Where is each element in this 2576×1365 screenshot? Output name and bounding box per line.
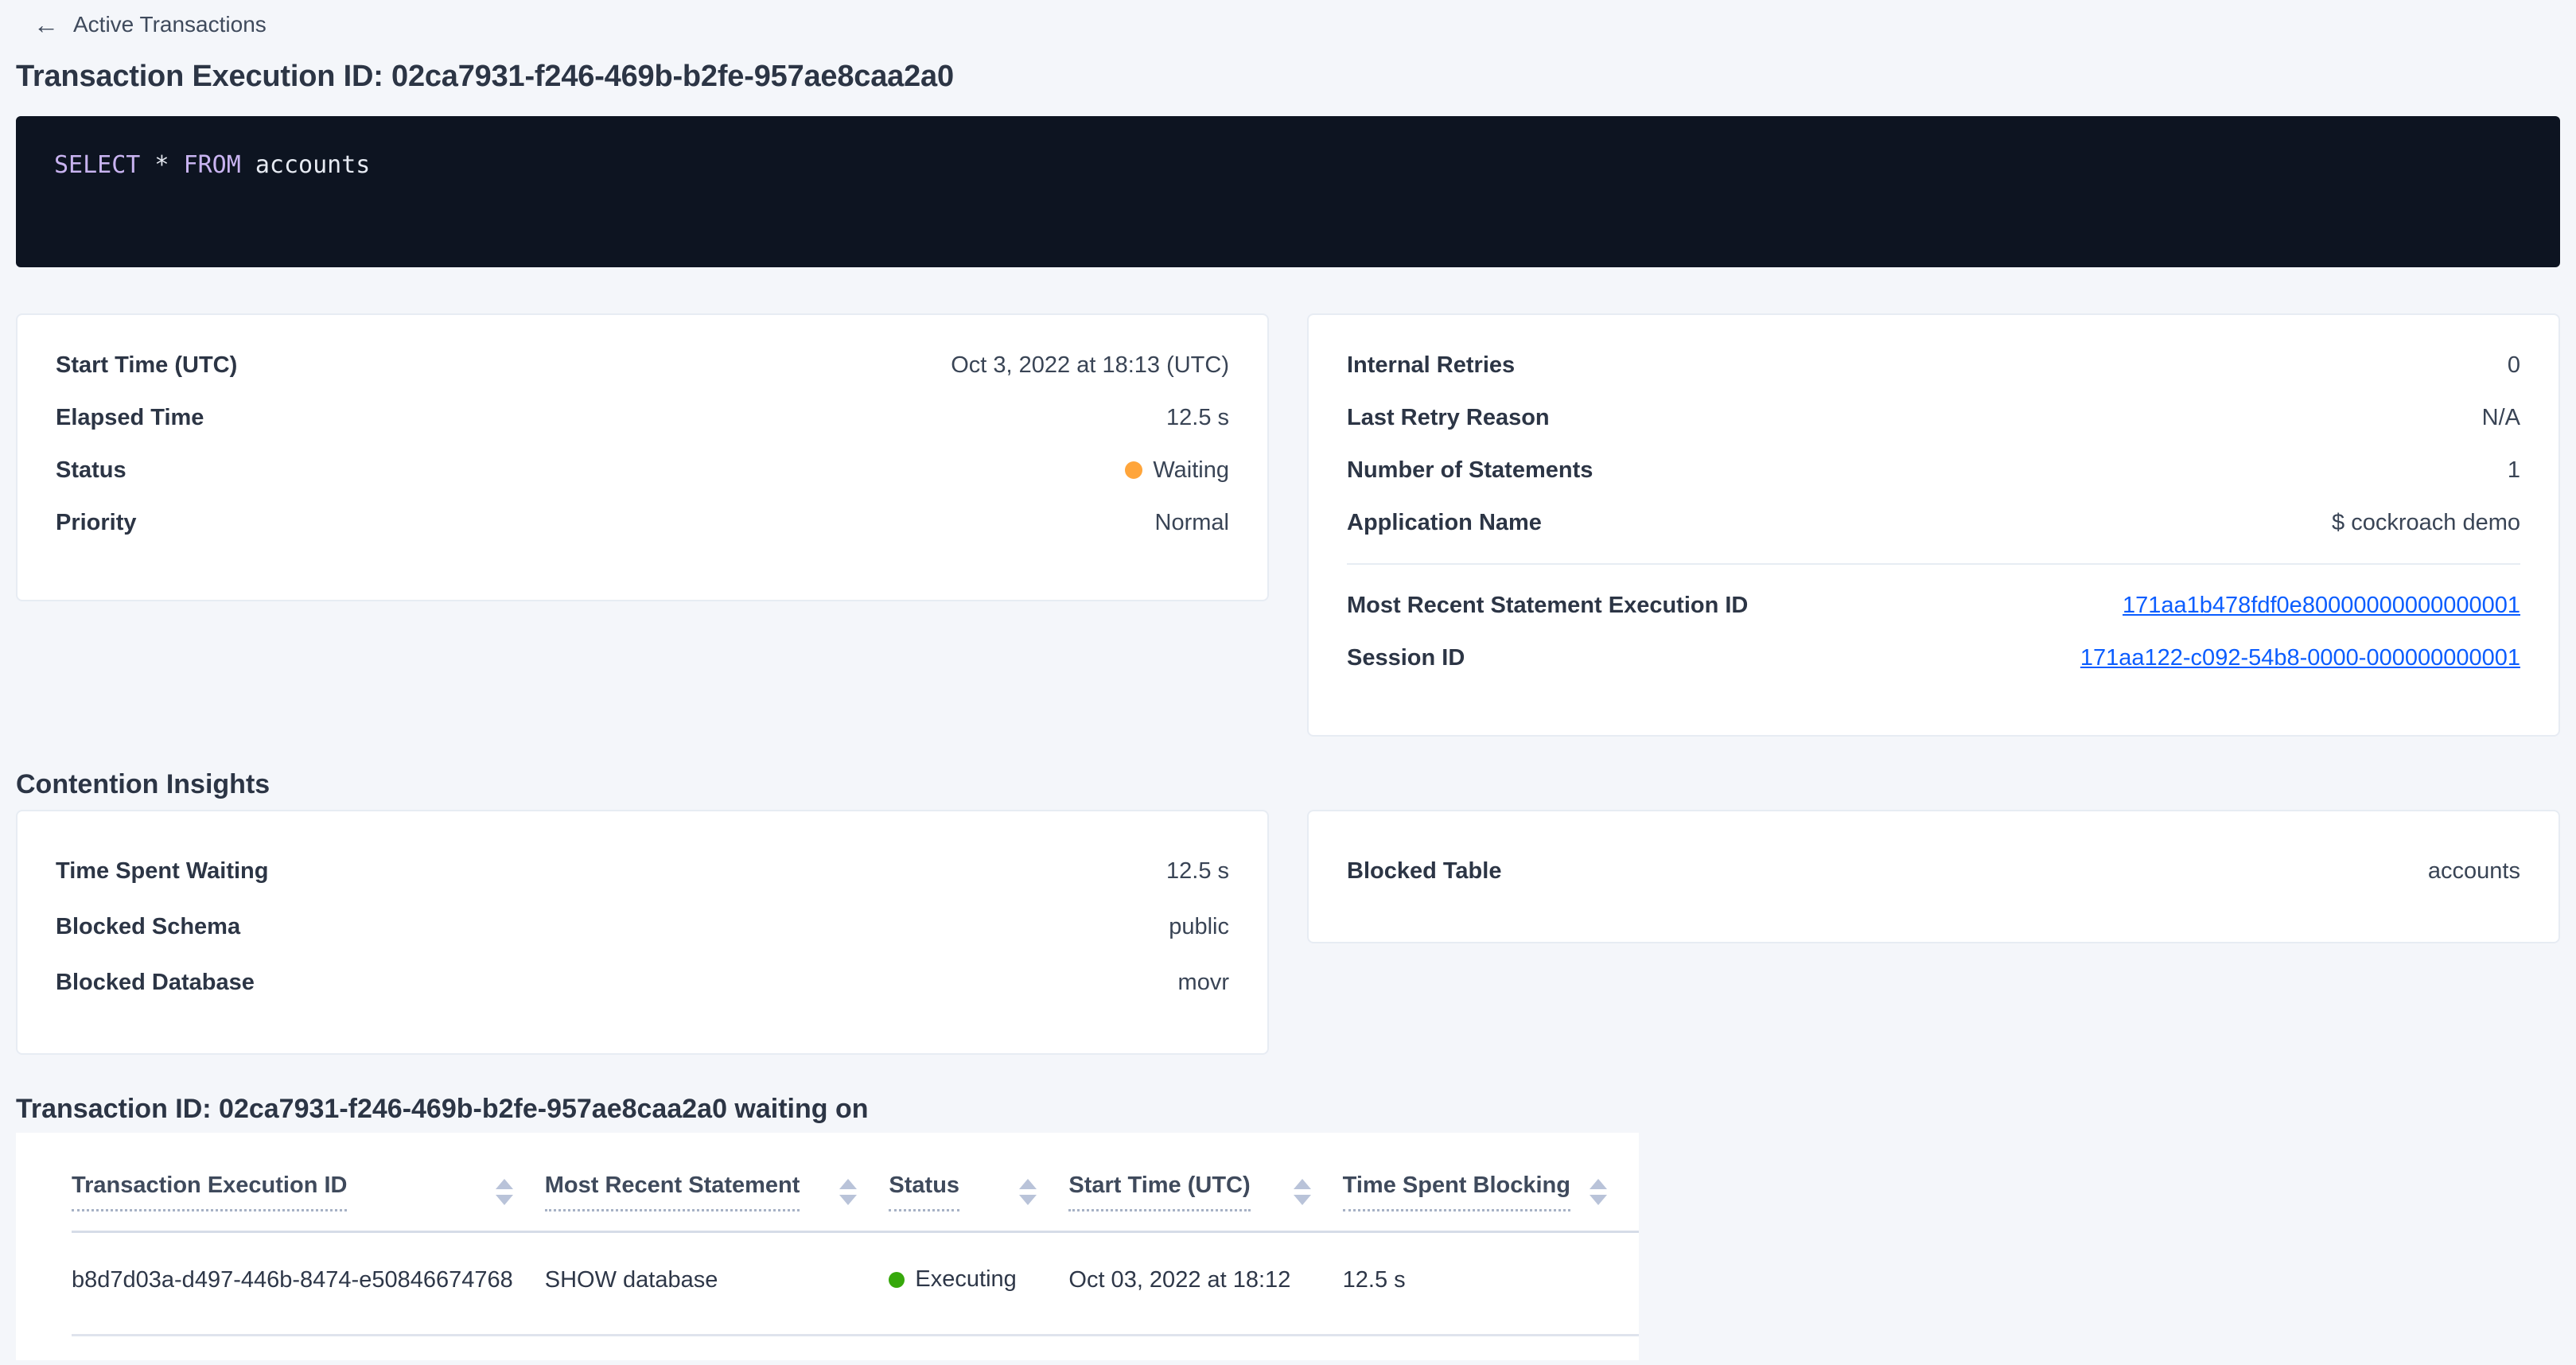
status-waiting-text: Waiting	[1153, 457, 1229, 484]
statement-execution-id-label: Most Recent Statement Execution ID	[1347, 593, 1748, 619]
back-arrow-icon: ←	[33, 12, 59, 37]
cell-time-spent-blocking: 12.5 s	[1343, 1232, 1639, 1336]
sort-icon	[1019, 1179, 1037, 1205]
contention-card-left: Time Spent Waiting 12.5 s Blocked Schema…	[16, 810, 1269, 1055]
cell-status: Executing	[889, 1232, 1068, 1336]
page: ← Active Transactions Transaction Execut…	[0, 0, 2576, 1360]
sql-statement-box: SELECT * FROM accounts	[16, 116, 2560, 267]
header-most-recent-statement[interactable]: Most Recent Statement	[545, 1133, 889, 1232]
blocked-database-label: Blocked Database	[56, 970, 255, 996]
start-time-value: Oct 3, 2022 at 18:13 (UTC)	[951, 352, 1229, 379]
contention-cards-row: Time Spent Waiting 12.5 s Blocked Schema…	[16, 810, 2560, 1055]
sql-keyword-from: FROM	[184, 151, 241, 179]
sort-icon	[1294, 1179, 1311, 1205]
waiting-transactions-table: Transaction Execution ID Most Recent Sta…	[72, 1133, 1639, 1336]
header-transaction-execution-id[interactable]: Transaction Execution ID	[72, 1133, 545, 1232]
waiting-on-heading: Transaction ID: 02ca7931-f246-469b-b2fe-…	[16, 1093, 2560, 1125]
header-status[interactable]: Status	[889, 1133, 1068, 1232]
priority-label: Priority	[56, 510, 137, 536]
sort-icon	[1590, 1179, 1607, 1205]
header-start-time-label: Start Time (UTC)	[1068, 1172, 1250, 1211]
summary-card-right: Internal Retries 0 Last Retry Reason N/A…	[1307, 313, 2560, 737]
info-row-number-of-statements: Number of Statements 1	[1347, 444, 2520, 496]
header-status-label: Status	[889, 1172, 959, 1211]
info-row-start-time: Start Time (UTC) Oct 3, 2022 at 18:13 (U…	[56, 339, 1229, 391]
contention-insights-heading: Contention Insights	[16, 768, 2560, 800]
header-time-spent-blocking-label: Time Spent Blocking	[1343, 1172, 1570, 1211]
session-id-link[interactable]: 171aa122-c092-54b8-0000-000000000001	[2080, 645, 2520, 671]
info-row-status: Status Waiting	[56, 444, 1229, 496]
header-most-recent-statement-label: Most Recent Statement	[545, 1172, 800, 1211]
summary-cards-row: Start Time (UTC) Oct 3, 2022 at 18:13 (U…	[16, 313, 2560, 737]
elapsed-time-label: Elapsed Time	[56, 405, 204, 431]
status-value: Waiting	[1125, 457, 1229, 484]
status-executing-dot-icon	[889, 1272, 905, 1288]
info-row-priority: Priority Normal	[56, 496, 1229, 549]
card-divider	[1347, 563, 2520, 565]
blocked-table-label: Blocked Table	[1347, 858, 1501, 885]
last-retry-reason-label: Last Retry Reason	[1347, 405, 1550, 431]
status-label: Status	[56, 457, 126, 484]
header-start-time[interactable]: Start Time (UTC)	[1068, 1133, 1342, 1232]
info-row-statement-execution-id: Most Recent Statement Execution ID 171aa…	[1347, 579, 2520, 632]
internal-retries-value: 0	[2508, 352, 2520, 379]
info-row-session-id: Session ID 171aa122-c092-54b8-0000-00000…	[1347, 632, 2520, 684]
application-name-value: $ cockroach demo	[2332, 510, 2520, 536]
info-row-time-spent-waiting: Time Spent Waiting 12.5 s	[56, 843, 1229, 899]
blocked-schema-label: Blocked Schema	[56, 914, 240, 940]
summary-card-left: Start Time (UTC) Oct 3, 2022 at 18:13 (U…	[16, 313, 1269, 601]
info-row-application-name: Application Name $ cockroach demo	[1347, 496, 2520, 549]
statement-execution-id-link[interactable]: 171aa1b478fdf0e80000000000000001	[2123, 593, 2520, 619]
cell-transaction-execution-id: b8d7d03a-d497-446b-8474-e50846674768	[72, 1232, 545, 1336]
sort-icon	[839, 1179, 857, 1205]
info-row-blocked-database: Blocked Database movr	[56, 955, 1229, 1010]
start-time-label: Start Time (UTC)	[56, 352, 237, 379]
elapsed-time-value: 12.5 s	[1166, 405, 1229, 431]
sql-keyword-select: SELECT	[54, 151, 140, 179]
back-link-label: Active Transactions	[73, 12, 267, 37]
sql-table-name: accounts	[241, 151, 371, 179]
session-id-label: Session ID	[1347, 645, 1465, 671]
back-link-active-transactions[interactable]: ← Active Transactions	[33, 11, 267, 38]
internal-retries-label: Internal Retries	[1347, 352, 1515, 379]
status-waiting-dot-icon	[1125, 461, 1142, 479]
info-row-blocked-table: Blocked Table accounts	[1347, 843, 2520, 899]
waiting-table-card: Transaction Execution ID Most Recent Sta…	[16, 1133, 1639, 1360]
cell-most-recent-statement: SHOW database	[545, 1232, 889, 1336]
table-row: b8d7d03a-d497-446b-8474-e50846674768 SHO…	[72, 1232, 1639, 1336]
status-executing-text: Executing	[915, 1266, 1016, 1293]
time-spent-waiting-label: Time Spent Waiting	[56, 858, 268, 885]
table-header-row: Transaction Execution ID Most Recent Sta…	[72, 1133, 1639, 1232]
info-row-internal-retries: Internal Retries 0	[1347, 339, 2520, 391]
blocked-schema-value: public	[1169, 914, 1229, 940]
info-row-last-retry-reason: Last Retry Reason N/A	[1347, 391, 2520, 444]
application-name-label: Application Name	[1347, 510, 1542, 536]
last-retry-reason-value: N/A	[2482, 405, 2520, 431]
blocked-table-value: accounts	[2428, 858, 2520, 885]
number-of-statements-label: Number of Statements	[1347, 457, 1593, 484]
page-title: Transaction Execution ID: 02ca7931-f246-…	[16, 59, 2560, 94]
contention-card-right: Blocked Table accounts	[1307, 810, 2560, 943]
info-row-blocked-schema: Blocked Schema public	[56, 899, 1229, 955]
priority-value: Normal	[1155, 510, 1229, 536]
header-time-spent-blocking[interactable]: Time Spent Blocking	[1343, 1133, 1639, 1232]
header-transaction-execution-id-label: Transaction Execution ID	[72, 1172, 347, 1211]
info-row-elapsed-time: Elapsed Time 12.5 s	[56, 391, 1229, 444]
number-of-statements-value: 1	[2508, 457, 2520, 484]
blocked-database-value: movr	[1178, 970, 1229, 996]
sort-icon	[496, 1179, 513, 1205]
time-spent-waiting-value: 12.5 s	[1166, 858, 1229, 885]
sql-star: *	[140, 151, 183, 179]
cell-start-time: Oct 03, 2022 at 18:12	[1068, 1232, 1342, 1336]
